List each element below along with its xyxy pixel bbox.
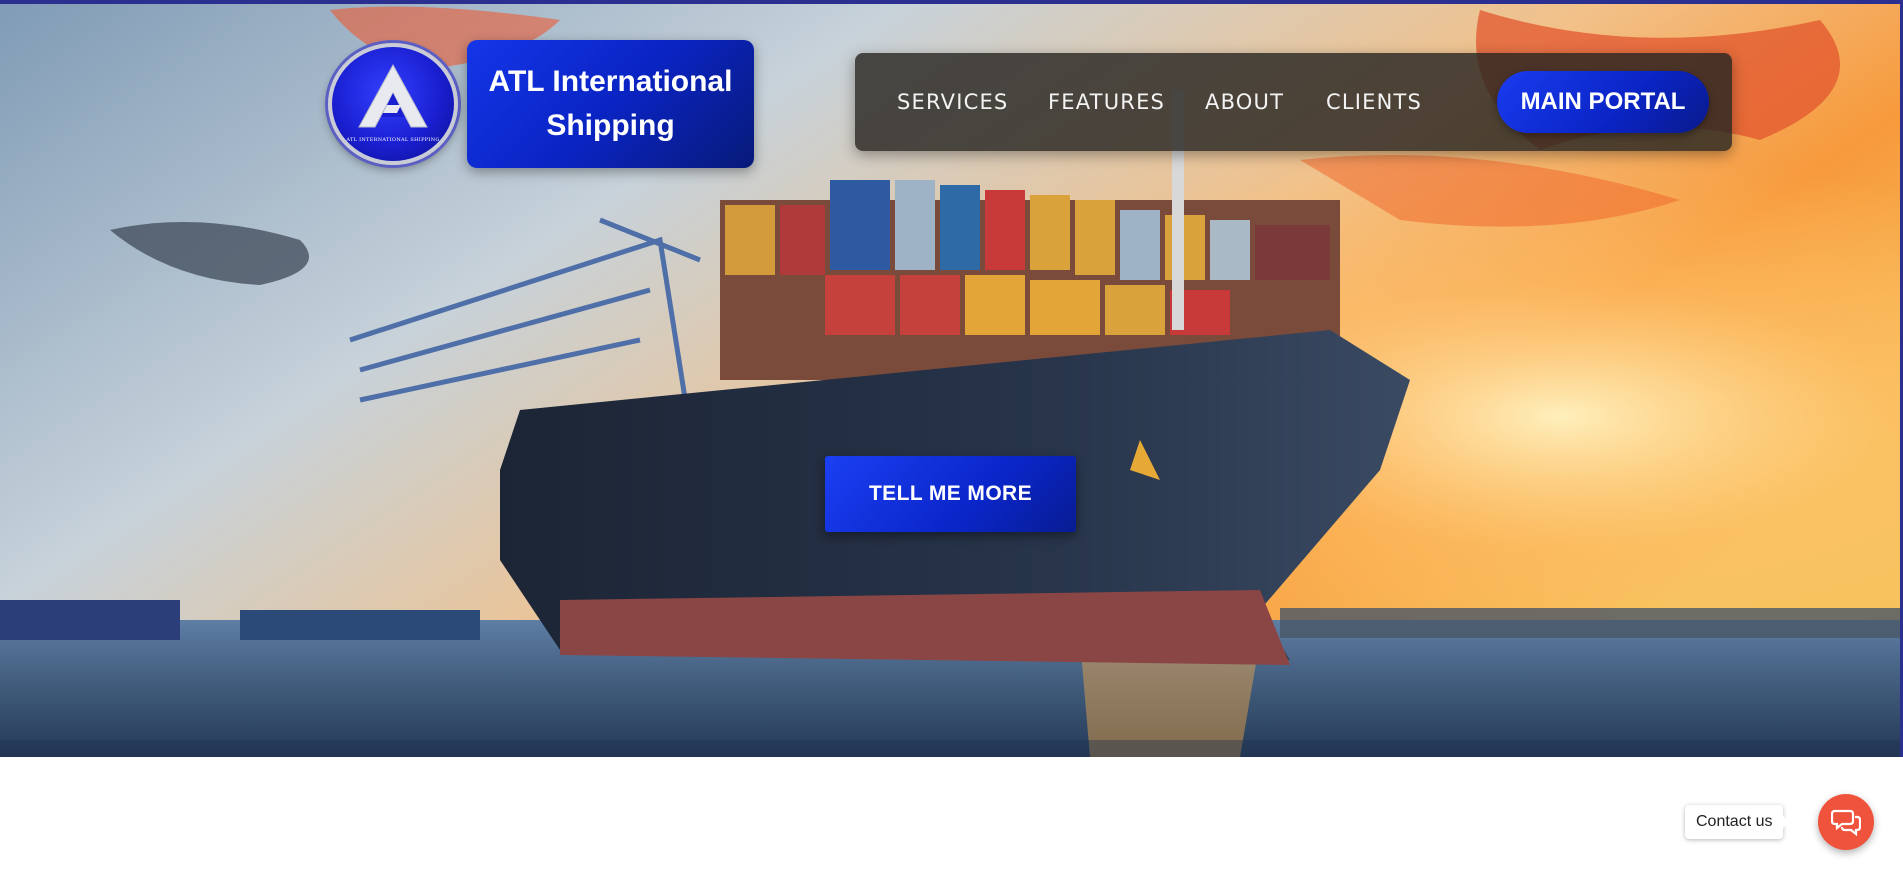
main-portal-button[interactable]: MAIN PORTAL bbox=[1497, 71, 1709, 133]
brand-title: ATL International Shipping bbox=[488, 65, 733, 142]
nav-link-services[interactable]: SERVICES bbox=[897, 87, 1008, 117]
chat-bubbles-icon bbox=[1831, 809, 1861, 836]
main-navbar: SERVICES FEATURES ABOUT CLIENTS MAIN POR… bbox=[855, 53, 1732, 151]
top-accent-strip bbox=[0, 0, 1903, 4]
logo-caption: ATL INTERNATIONAL SHIPPING bbox=[346, 137, 440, 143]
contact-us-label[interactable]: Contact us bbox=[1685, 805, 1792, 839]
atl-triangle-logo-icon bbox=[358, 63, 428, 128]
hero-section: ATL INTERNATIONAL SHIPPING ATL Internati… bbox=[0, 0, 1903, 757]
nav-link-about[interactable]: ABOUT bbox=[1205, 87, 1284, 117]
tell-me-more-button[interactable]: TELL ME MORE bbox=[825, 456, 1076, 532]
brand-title-box[interactable]: ATL International Shipping bbox=[467, 40, 754, 168]
brand-logo-badge[interactable]: ATL INTERNATIONAL SHIPPING bbox=[328, 43, 458, 165]
nav-link-features[interactable]: FEATURES bbox=[1048, 87, 1165, 117]
nav-link-clients[interactable]: CLIENTS bbox=[1326, 87, 1422, 117]
chat-launcher-button[interactable] bbox=[1818, 794, 1874, 850]
